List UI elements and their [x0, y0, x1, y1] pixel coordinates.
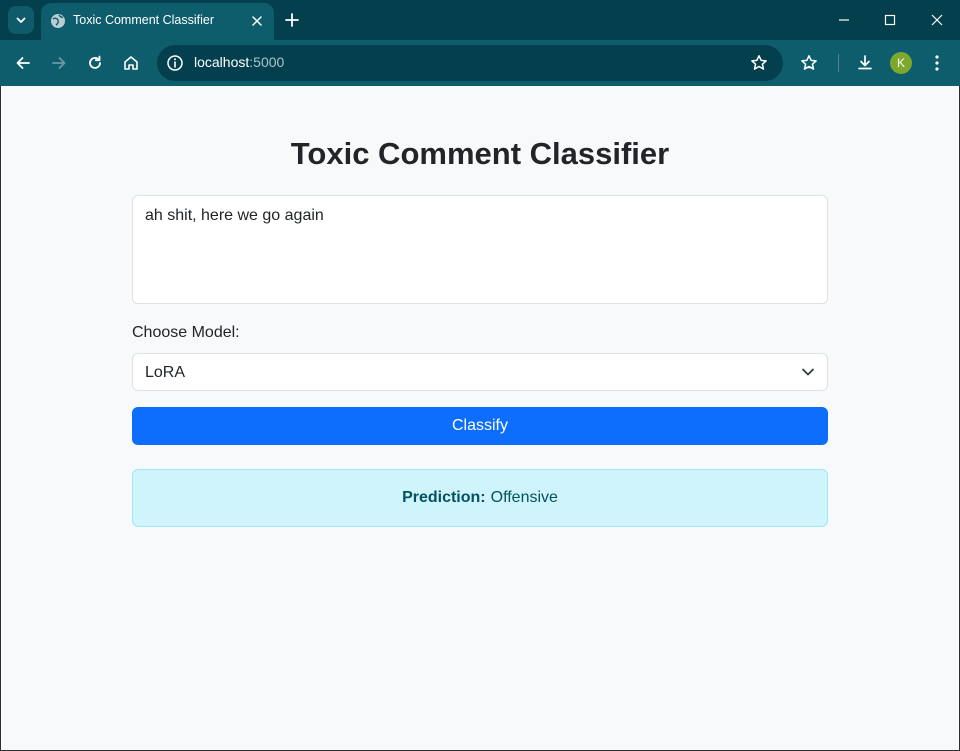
- plus-icon[interactable]: [283, 11, 301, 29]
- tab-title: Toxic Comment Classifier: [73, 13, 215, 27]
- url-port: :5000: [249, 54, 285, 70]
- bookmarks-button[interactable]: [798, 52, 820, 74]
- prediction-alert: Prediction: Offensive: [132, 469, 828, 527]
- minimize-button[interactable]: [834, 10, 854, 30]
- tab-search-button[interactable]: [8, 6, 34, 34]
- comment-input[interactable]: ah shit, here we go again: [132, 195, 828, 304]
- prediction-value: Offensive: [490, 489, 558, 506]
- close-window-button[interactable]: [927, 10, 947, 30]
- page-content: Toxic Comment Classifier ah shit, here w…: [0, 86, 960, 751]
- maximize-button[interactable]: [880, 10, 900, 30]
- url-host: localhost: [194, 54, 250, 70]
- menu-button[interactable]: [926, 52, 948, 74]
- minimize-icon: [839, 19, 849, 21]
- maximize-icon: [884, 14, 896, 26]
- downloads-button[interactable]: [854, 52, 876, 74]
- prediction-label: Prediction:: [402, 489, 486, 506]
- globe-icon: [51, 14, 65, 28]
- forward-button[interactable]: [48, 52, 70, 74]
- browser-toolbar: localhost:5000 K: [0, 40, 960, 86]
- forward-icon: [52, 57, 66, 69]
- page-title: Toxic Comment Classifier: [290, 136, 670, 171]
- bookmarks-icon: [801, 55, 817, 70]
- classify-button[interactable]: Classify: [132, 407, 828, 445]
- download-icon: [858, 55, 872, 70]
- toolbar-divider: [838, 54, 839, 72]
- browser-tab[interactable]: Toxic Comment Classifier: [41, 3, 274, 40]
- home-button[interactable]: [120, 52, 142, 74]
- back-icon: [16, 57, 30, 69]
- tab-bar: Toxic Comment Classifier: [0, 0, 960, 40]
- address-bar[interactable]: localhost:5000: [157, 45, 783, 81]
- address-url: localhost:5000: [194, 54, 284, 70]
- reload-icon: [89, 55, 101, 69]
- selected-model: LoRA: [145, 364, 186, 381]
- close-icon: [931, 14, 943, 26]
- profile-avatar[interactable]: K: [890, 52, 912, 74]
- back-button[interactable]: [12, 52, 34, 74]
- close-icon[interactable]: [250, 14, 264, 28]
- chevron-down-icon: [16, 17, 26, 23]
- site-info-icon[interactable]: [165, 53, 185, 73]
- reload-button[interactable]: [84, 52, 106, 74]
- bookmark-star-icon[interactable]: [749, 53, 769, 73]
- model-label: Choose Model:: [132, 324, 240, 341]
- model-select[interactable]: LoRA: [132, 353, 828, 391]
- chevron-down-icon: [802, 368, 814, 376]
- menu-icon: [935, 55, 939, 71]
- home-icon: [124, 56, 138, 70]
